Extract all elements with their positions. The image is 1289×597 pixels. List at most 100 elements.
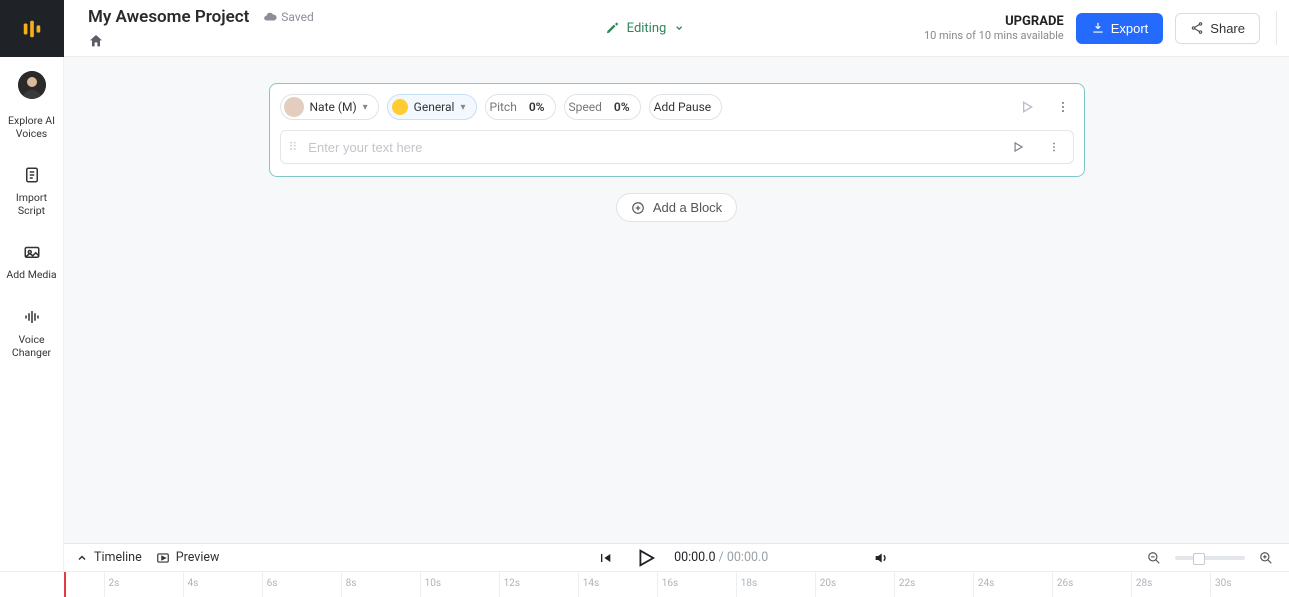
preview-icon bbox=[156, 551, 170, 565]
ruler-tick: 30s bbox=[1210, 572, 1211, 597]
voice-block: Nate (M) ▾ General ▾ Pitch 0% Speed 0% bbox=[269, 83, 1085, 177]
volume-button[interactable] bbox=[870, 547, 892, 569]
text-line: ⠿ bbox=[280, 130, 1074, 164]
chevron-down-icon bbox=[674, 23, 684, 33]
add-block-label: Add a Block bbox=[653, 200, 722, 215]
upgrade-subtitle: 10 mins of 10 mins available bbox=[924, 29, 1064, 42]
ruler-tick: 20s bbox=[815, 572, 816, 597]
block-play-button[interactable] bbox=[1016, 96, 1038, 118]
skip-start-button[interactable] bbox=[594, 547, 616, 569]
share-button[interactable]: Share bbox=[1175, 13, 1260, 44]
pitch-control[interactable]: Pitch 0% bbox=[485, 94, 556, 120]
line-more-button[interactable] bbox=[1043, 136, 1065, 158]
speed-label: Speed bbox=[569, 100, 602, 114]
ruler-tick-label: 16s bbox=[662, 578, 678, 589]
drag-handle-icon[interactable]: ⠿ bbox=[289, 140, 299, 154]
sidebar-item-explore-voices[interactable]: Explore AI Voices bbox=[0, 103, 64, 152]
timeline-ruler[interactable]: 2s4s6s8s10s12s14s16s18s20s22s24s26s28s30… bbox=[0, 571, 1289, 597]
script-icon bbox=[21, 164, 43, 186]
mode-switcher[interactable]: Editing bbox=[605, 21, 685, 36]
ruler-tick-label: 28s bbox=[1136, 578, 1152, 589]
chevron-down-icon: ▾ bbox=[460, 102, 465, 113]
pencil-icon bbox=[605, 21, 619, 35]
timeline-label: Timeline bbox=[94, 550, 142, 565]
user-avatar[interactable] bbox=[18, 71, 46, 99]
chevron-up-icon bbox=[76, 552, 88, 564]
speed-value: 0% bbox=[614, 100, 630, 114]
zoom-in-button[interactable] bbox=[1255, 547, 1277, 569]
add-block-button[interactable]: Add a Block bbox=[616, 193, 737, 222]
speed-control[interactable]: Speed 0% bbox=[564, 94, 641, 120]
zoom-out-icon bbox=[1147, 551, 1161, 565]
preview-toggle[interactable]: Preview bbox=[156, 550, 220, 565]
mode-label: Editing bbox=[627, 21, 667, 36]
ruler-tick: 4s bbox=[183, 572, 184, 597]
upgrade-info[interactable]: UPGRADE 10 mins of 10 mins available bbox=[924, 14, 1064, 43]
time-separator: / bbox=[716, 550, 727, 565]
preview-label: Preview bbox=[176, 550, 220, 565]
block-more-button[interactable] bbox=[1052, 96, 1074, 118]
style-label: General bbox=[414, 100, 455, 114]
ruler-tick-label: 12s bbox=[504, 578, 520, 589]
ruler-tick: 28s bbox=[1131, 572, 1132, 597]
ruler-tick-label: 14s bbox=[583, 578, 599, 589]
sidebar-item-voice-changer[interactable]: Voice Changer bbox=[0, 294, 64, 371]
saved-indicator: Saved bbox=[263, 10, 313, 24]
volume-icon bbox=[873, 550, 889, 566]
add-pause-label: Add Pause bbox=[654, 100, 712, 114]
ruler-tick: 6s bbox=[262, 572, 263, 597]
plus-circle-icon bbox=[631, 201, 645, 215]
ruler-tick: 24s bbox=[973, 572, 974, 597]
app-header: My Awesome Project Saved Editing UPGRADE… bbox=[64, 0, 1289, 57]
home-icon[interactable] bbox=[88, 33, 104, 49]
export-label: Export bbox=[1111, 21, 1149, 36]
text-input[interactable] bbox=[308, 140, 996, 155]
sidebar-item-import-script[interactable]: Import Script bbox=[0, 152, 64, 229]
voice-changer-icon bbox=[21, 306, 43, 328]
ruler-tick-label: 10s bbox=[425, 578, 441, 589]
emoji-icon bbox=[392, 99, 408, 115]
ruler-tick-label: 18s bbox=[741, 578, 757, 589]
sidebar-item-label: Add Media bbox=[6, 269, 56, 282]
ruler-tick-label: 24s bbox=[978, 578, 994, 589]
app-logo[interactable] bbox=[0, 0, 64, 57]
project-title[interactable]: My Awesome Project bbox=[88, 7, 249, 27]
sidebar-item-label: Import Script bbox=[4, 192, 60, 217]
export-button[interactable]: Export bbox=[1076, 13, 1164, 44]
zoom-slider[interactable] bbox=[1175, 556, 1245, 560]
upgrade-title: UPGRADE bbox=[924, 14, 1064, 30]
time-current: 00:00.0 bbox=[674, 550, 715, 565]
media-icon bbox=[21, 241, 43, 263]
ruler-tick: 2s bbox=[104, 572, 105, 597]
ruler-tick-label: 8s bbox=[346, 578, 357, 589]
ruler-tick-label: 20s bbox=[820, 578, 836, 589]
ruler-tick-label: 2s bbox=[109, 578, 120, 589]
zoom-out-button[interactable] bbox=[1143, 547, 1165, 569]
ruler-tick: 18s bbox=[736, 572, 737, 597]
voice-selector[interactable]: Nate (M) ▾ bbox=[280, 94, 379, 120]
sidebar-item-label: Explore AI Voices bbox=[4, 115, 60, 140]
play-outline-icon bbox=[1019, 99, 1035, 115]
ruler-tick: 10s bbox=[420, 572, 421, 597]
line-play-button[interactable] bbox=[1007, 136, 1029, 158]
play-icon bbox=[634, 547, 656, 569]
download-icon bbox=[1091, 21, 1105, 35]
share-label: Share bbox=[1210, 21, 1245, 36]
sidebar-item-label: Voice Changer bbox=[4, 334, 60, 359]
play-button[interactable] bbox=[634, 547, 656, 569]
timeline-toggle[interactable]: Timeline bbox=[76, 550, 142, 565]
style-selector[interactable]: General ▾ bbox=[387, 94, 477, 120]
ruler-tick-label: 30s bbox=[1215, 578, 1231, 589]
add-pause-button[interactable]: Add Pause bbox=[649, 94, 723, 120]
ruler-tick-label: 4s bbox=[188, 578, 199, 589]
ruler-tick: 8s bbox=[341, 572, 342, 597]
ruler-tick: 26s bbox=[1052, 572, 1053, 597]
time-total: 00:00.0 bbox=[727, 550, 768, 565]
transport-controls: 00:00.0 / 00:00.0 bbox=[594, 547, 768, 569]
skip-previous-icon bbox=[597, 550, 613, 566]
cloud-saved-icon bbox=[263, 10, 277, 24]
ruler-tick: 12s bbox=[499, 572, 500, 597]
share-icon bbox=[1190, 21, 1204, 35]
sidebar-item-add-media[interactable]: Add Media bbox=[0, 229, 64, 294]
ruler-tick: 16s bbox=[657, 572, 658, 597]
